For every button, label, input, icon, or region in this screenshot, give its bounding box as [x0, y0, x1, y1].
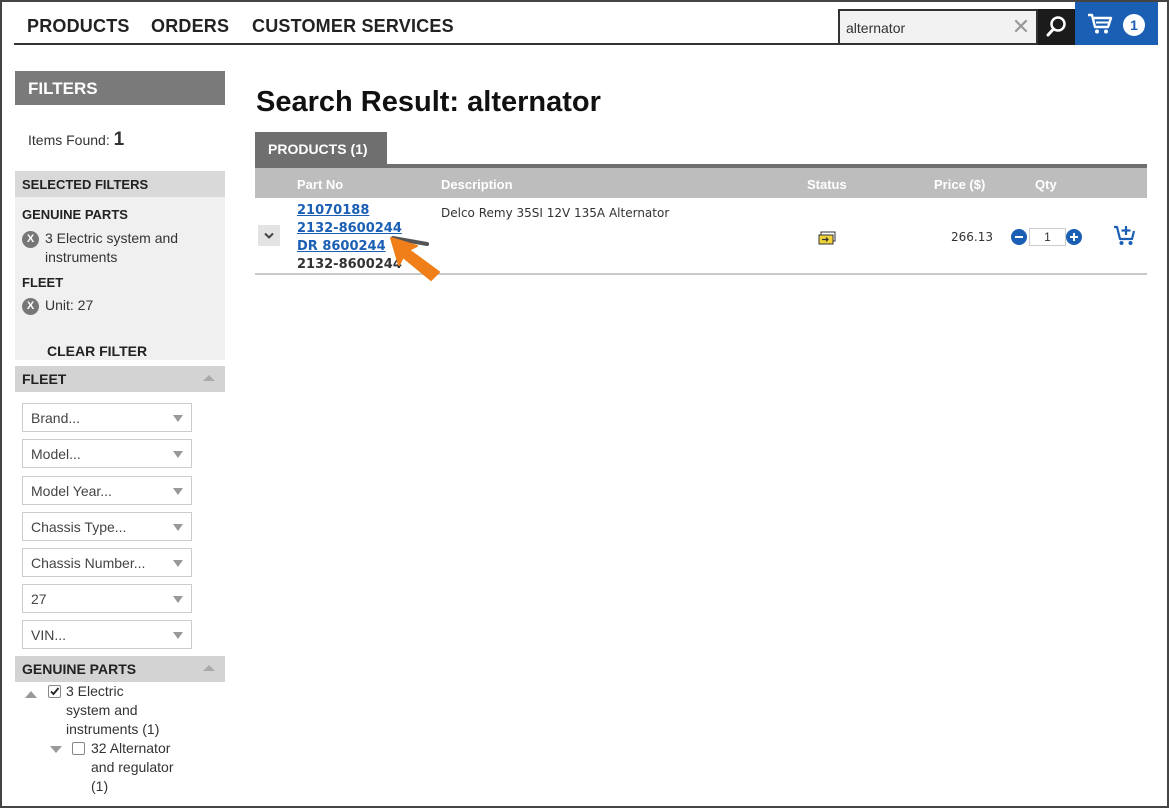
- brand-dropdown[interactable]: Brand...: [22, 403, 192, 432]
- results-table-header: Part No Description Status Price ($) Qty: [255, 168, 1147, 198]
- expand-icon[interactable]: [50, 746, 62, 753]
- tree-item-line: (1): [91, 778, 109, 794]
- selected-filter-line: 3 Electric system and: [45, 230, 179, 246]
- column-price: Price ($): [934, 177, 986, 192]
- cart-icon: [1088, 13, 1113, 34]
- checkbox-unchecked[interactable]: [72, 742, 85, 755]
- unit-dropdown[interactable]: 27: [22, 584, 192, 613]
- selected-group-label: FLEET: [22, 275, 64, 290]
- expand-row-button[interactable]: [258, 225, 280, 246]
- column-description: Description: [441, 177, 513, 192]
- chevron-down-icon: [173, 632, 183, 639]
- column-part-no: Part No: [297, 177, 344, 192]
- tree-item-line: instruments (1): [66, 721, 160, 737]
- dropdown-value: VIN...: [31, 627, 67, 643]
- dropdown-value: Chassis Number...: [31, 555, 146, 571]
- search-box: ✕: [838, 9, 1038, 45]
- collapse-icon[interactable]: [25, 691, 37, 698]
- selected-filter-value: Unit: 27: [45, 297, 94, 313]
- filters-title: FILTERS: [15, 71, 225, 105]
- nav-products[interactable]: PRODUCTS: [27, 16, 130, 37]
- increase-qty-button[interactable]: [1066, 229, 1082, 245]
- chassis-type-dropdown[interactable]: Chassis Type...: [22, 512, 192, 541]
- search-icon: [1046, 16, 1066, 37]
- cart-button[interactable]: 1: [1075, 2, 1158, 45]
- items-found: Items Found: 1: [28, 129, 124, 151]
- chassis-number-dropdown[interactable]: Chassis Number...: [22, 548, 192, 577]
- product-description: Delco Remy 35SI 12V 135A Alternator: [441, 206, 670, 220]
- chevron-down-icon: [173, 524, 183, 531]
- remove-filter-icon[interactable]: X: [22, 231, 39, 248]
- add-to-cart-button[interactable]: [1113, 224, 1137, 251]
- pointer-arrow-icon: [390, 236, 440, 281]
- genuine-parts-section-title: GENUINE PARTS: [22, 661, 137, 677]
- search-input[interactable]: [846, 18, 1006, 38]
- model-year-dropdown[interactable]: Model Year...: [22, 476, 192, 505]
- cart-count-badge: 1: [1123, 14, 1145, 36]
- checkbox-checked[interactable]: [48, 685, 61, 698]
- tree-item-line: 3 Electric: [66, 683, 124, 699]
- selected-filters-header: SELECTED FILTERS: [15, 171, 225, 197]
- dropdown-value: Chassis Type...: [31, 519, 127, 535]
- collapse-icon[interactable]: [203, 375, 215, 381]
- genuine-parts-section-header[interactable]: GENUINE PARTS: [15, 656, 225, 682]
- tree-item-line: system and: [66, 702, 138, 718]
- chevron-down-icon: [173, 488, 183, 495]
- filters-sidebar: FILTERS Items Found: 1 SELECTED FILTERS …: [15, 71, 225, 794]
- selected-filter-value: 3 Electric system and instruments: [45, 229, 178, 267]
- nav-orders[interactable]: ORDERS: [151, 16, 229, 37]
- add-to-cart-icon: [1114, 225, 1136, 245]
- column-status: Status: [807, 177, 847, 192]
- part-number-link[interactable]: DR 8600244: [297, 239, 386, 254]
- selected-filter-line: instruments: [45, 249, 118, 265]
- tree-item-electric-system[interactable]: 3 Electric system and instruments (1): [66, 682, 159, 739]
- column-qty: Qty: [1035, 177, 1057, 192]
- part-number-link[interactable]: 21070188: [297, 203, 369, 218]
- qty-input[interactable]: [1029, 228, 1066, 246]
- model-dropdown[interactable]: Model...: [22, 439, 192, 468]
- page-title: Search Result: alternator: [256, 86, 601, 118]
- dropdown-value: Model Year...: [31, 483, 112, 499]
- chevron-down-icon: [173, 596, 183, 603]
- nav-customer-services[interactable]: CUSTOMER SERVICES: [252, 16, 454, 37]
- collapse-icon[interactable]: [203, 665, 215, 671]
- stock-status-icon: [818, 231, 836, 250]
- dropdown-value: Brand...: [31, 410, 81, 426]
- vin-dropdown[interactable]: VIN...: [22, 620, 192, 649]
- close-icon[interactable]: ✕: [1010, 16, 1032, 38]
- decrease-qty-button[interactable]: [1011, 229, 1027, 245]
- dropdown-value: 27: [31, 591, 47, 607]
- items-found-count: 1: [113, 129, 125, 150]
- search-button[interactable]: [1038, 9, 1075, 45]
- product-price: 266.13: [951, 230, 993, 244]
- chevron-down-icon: [173, 560, 183, 567]
- dropdown-value: Model...: [31, 446, 81, 462]
- items-found-label: Items Found:: [28, 132, 110, 148]
- chevron-down-icon: [173, 415, 183, 422]
- fleet-section-header[interactable]: FLEET: [15, 366, 225, 392]
- chevron-down-icon: [173, 451, 183, 458]
- clear-filter-button[interactable]: CLEAR FILTER: [47, 343, 147, 359]
- tree-item-line: 32 Alternator: [91, 740, 171, 756]
- selected-filters-body: GENUINE PARTS X 3 Electric system and in…: [15, 197, 225, 360]
- top-navigation: PRODUCTS ORDERS CUSTOMER SERVICES ✕ 1: [14, 2, 1158, 45]
- fleet-section-title: FLEET: [22, 371, 67, 387]
- tree-item-line: and regulator: [91, 759, 174, 775]
- remove-filter-icon[interactable]: X: [22, 298, 39, 315]
- tree-item-alternator-regulator[interactable]: 32 Alternator and regulator (1): [91, 739, 174, 796]
- selected-group-label: GENUINE PARTS: [22, 207, 128, 222]
- chevron-down-icon: [264, 232, 274, 239]
- tab-products[interactable]: PRODUCTS (1): [255, 132, 387, 164]
- check-icon: [50, 687, 60, 696]
